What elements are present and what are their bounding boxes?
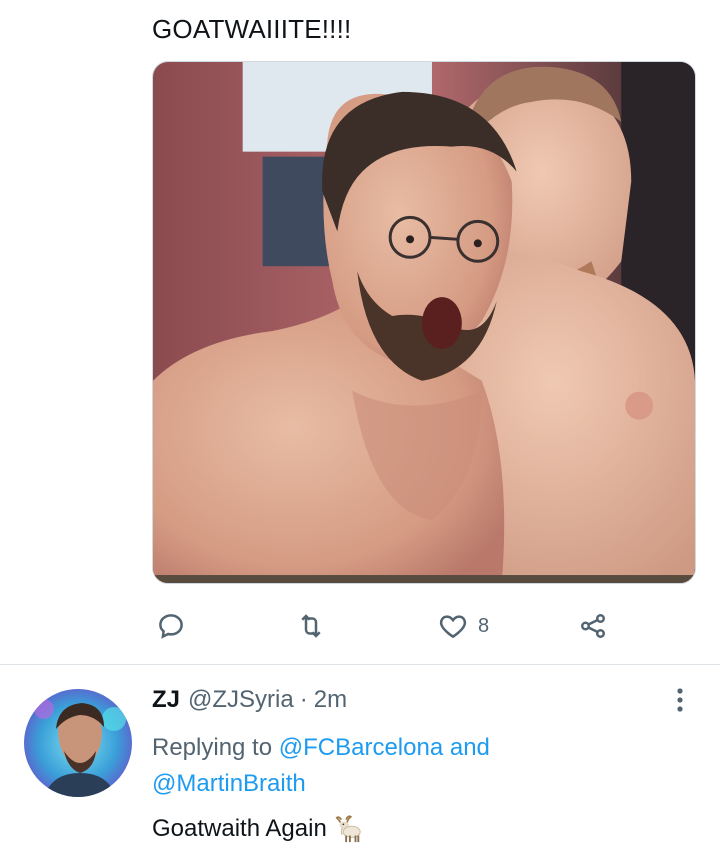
replying-to-line: Replying to @FCBarcelona and @MartinBrai… <box>152 730 632 802</box>
reply-author-handle[interactable]: @ZJSyria <box>188 686 294 714</box>
more-vertical-icon <box>677 688 683 712</box>
comment-icon <box>159 614 183 639</box>
more-options-button[interactable] <box>664 684 696 716</box>
tweet-divider <box>0 664 720 665</box>
mention-martinbraith[interactable]: @MartinBraith <box>152 770 306 797</box>
share-icon <box>581 614 605 638</box>
tweet-text: GOATWAIIITE!!!! <box>152 14 352 44</box>
reply-author-name[interactable]: ZJ <box>152 686 180 714</box>
tweet-photo[interactable] <box>152 61 696 584</box>
like-count: 8 <box>478 614 490 637</box>
mention-fcbarcelona[interactable]: @FCBarcelona <box>279 734 443 761</box>
photo-shirtless-fans <box>153 62 695 583</box>
like-button[interactable]: 8 <box>438 604 489 648</box>
avatar[interactable] <box>24 689 132 797</box>
reply-body: Goatwaith Again <box>152 814 363 844</box>
tweet-actions: 8 <box>152 604 622 648</box>
replying-prefix: Replying to <box>152 734 273 761</box>
reply-text: Goatwaith Again <box>152 815 327 842</box>
reply-header: ZJ @ZJSyria · 2m <box>152 686 347 714</box>
reply-button[interactable] <box>156 604 186 648</box>
heart-icon <box>439 615 467 639</box>
share-button[interactable] <box>578 604 608 648</box>
reply-timestamp[interactable]: 2m <box>314 686 347 714</box>
mention-conjunction: and <box>449 734 490 761</box>
retweet-icon <box>301 614 321 638</box>
reply-separator: · <box>299 686 308 713</box>
retweet-button[interactable] <box>296 604 326 648</box>
goat-icon <box>335 815 361 843</box>
avatar-image <box>24 689 132 797</box>
